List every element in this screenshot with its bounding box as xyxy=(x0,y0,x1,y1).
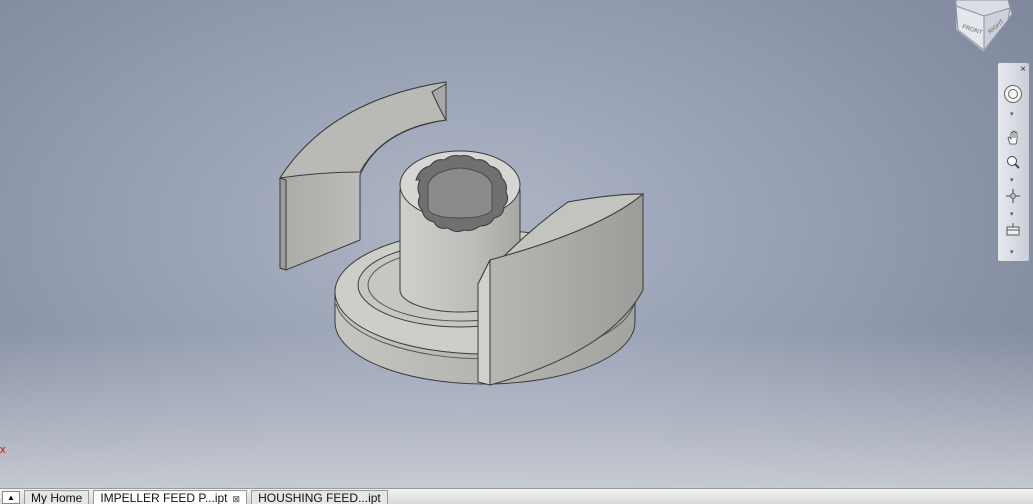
zoom-icon[interactable] xyxy=(1002,151,1024,173)
steering-wheel-dropdown-icon[interactable]: ▾ xyxy=(1010,111,1014,118)
look-at-icon[interactable] xyxy=(1002,219,1024,241)
zoom-dropdown-icon[interactable]: ▾ xyxy=(1010,177,1014,184)
tab-scroll-icon: ▲ xyxy=(7,493,15,502)
steering-wheel-icon[interactable] xyxy=(1002,83,1024,105)
navigation-bar: × ▾ ▾ ▾ ▾ xyxy=(997,62,1030,262)
orbit-dropdown-icon[interactable]: ▾ xyxy=(1010,211,1014,218)
navbar-close-button[interactable]: × xyxy=(1020,65,1026,75)
tab-my-home[interactable]: My Home xyxy=(24,490,90,504)
navbar-customize-icon[interactable]: ▾ xyxy=(1010,249,1014,256)
impeller-model[interactable] xyxy=(278,81,645,386)
tab-label: IMPELLER FEED P...ipt xyxy=(100,491,228,504)
tab-label: HOUSHING FEED...ipt xyxy=(258,491,381,504)
pan-icon[interactable] xyxy=(1002,127,1024,149)
orbit-icon[interactable] xyxy=(1002,185,1024,207)
tab-label: My Home xyxy=(31,491,83,504)
tab-impeller-feed[interactable]: IMPELLER FEED P...ipt ⊠ xyxy=(93,490,248,504)
graphics-viewport[interactable] xyxy=(0,0,1033,488)
document-tab-bar: ▲ My Home IMPELLER FEED P...ipt ⊠ HOUSHIN… xyxy=(0,488,1033,504)
tab-houshing-feed[interactable]: HOUSHING FEED...ipt xyxy=(251,490,388,504)
x-axis-label: x xyxy=(0,444,6,456)
view-cube[interactable]: FRONT RIGHT xyxy=(952,0,1012,52)
tab-scroll-button[interactable]: ▲ xyxy=(2,491,20,504)
